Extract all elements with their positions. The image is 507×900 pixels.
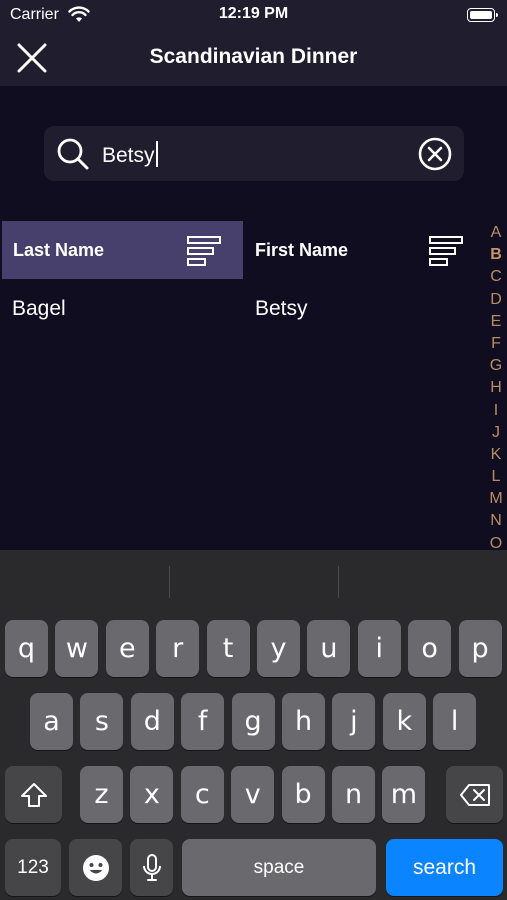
- shift-icon: [20, 782, 47, 807]
- key-k[interactable]: k: [382, 693, 426, 750]
- delete-key[interactable]: [446, 766, 503, 823]
- microphone-key[interactable]: [130, 839, 173, 896]
- key-t[interactable]: t: [206, 620, 250, 677]
- index-letter-m[interactable]: M: [486, 488, 506, 510]
- key-x[interactable]: x: [130, 766, 174, 823]
- key-d[interactable]: d: [130, 693, 174, 750]
- key-p[interactable]: p: [458, 620, 502, 677]
- index-letter-b[interactable]: B: [486, 244, 506, 266]
- key-q[interactable]: q: [5, 620, 48, 677]
- search-field[interactable]: Betsy: [44, 126, 464, 181]
- shift-key[interactable]: [5, 766, 62, 823]
- index-letter-k[interactable]: K: [486, 444, 506, 466]
- key-z[interactable]: z: [80, 766, 123, 823]
- battery-icon: [467, 8, 498, 22]
- key-c[interactable]: c: [180, 766, 224, 823]
- column-header-first-name[interactable]: First Name: [244, 221, 484, 279]
- search-input[interactable]: Betsy: [102, 141, 158, 168]
- alphabet-index[interactable]: ABCDEFGHIJKLMNO: [486, 222, 506, 555]
- microphone-icon: [142, 853, 161, 881]
- key-y[interactable]: y: [257, 620, 300, 677]
- key-b[interactable]: b: [281, 766, 325, 823]
- key-a[interactable]: a: [30, 693, 73, 750]
- index-letter-n[interactable]: N: [486, 510, 506, 532]
- sort-icon[interactable]: [428, 235, 464, 267]
- keyboard: qwertyuiop asdfghjkl zxcvbnm 123 space s…: [0, 550, 507, 900]
- column-header-label: Last Name: [13, 240, 105, 260]
- key-n[interactable]: n: [332, 766, 375, 823]
- key-h[interactable]: h: [282, 693, 325, 750]
- suggestion-bar: [0, 550, 507, 612]
- key-r[interactable]: r: [156, 620, 200, 677]
- key-l[interactable]: l: [433, 693, 477, 750]
- key-j[interactable]: j: [332, 693, 376, 750]
- key-s[interactable]: s: [80, 693, 124, 750]
- index-letter-e[interactable]: E: [486, 311, 506, 333]
- search-key[interactable]: search: [386, 839, 503, 896]
- key-f[interactable]: f: [181, 693, 225, 750]
- suggestion-divider: [338, 566, 339, 598]
- index-letter-f[interactable]: F: [486, 333, 506, 355]
- key-e[interactable]: e: [105, 620, 149, 677]
- key-i[interactable]: i: [357, 620, 401, 677]
- clear-icon[interactable]: [418, 137, 452, 171]
- index-letter-a[interactable]: A: [486, 222, 506, 244]
- numbers-key[interactable]: 123: [5, 839, 61, 896]
- search-icon: [57, 138, 89, 170]
- column-header-last-name[interactable]: Last Name: [2, 221, 243, 279]
- index-letter-h[interactable]: H: [486, 377, 506, 399]
- cell-first-name: Betsy: [255, 297, 308, 320]
- index-letter-d[interactable]: D: [486, 289, 506, 311]
- sort-icon[interactable]: [186, 235, 222, 267]
- key-m[interactable]: m: [382, 766, 426, 823]
- space-key[interactable]: space: [182, 839, 376, 896]
- index-letter-j[interactable]: J: [486, 422, 506, 444]
- status-bar: Carrier 12:19 PM: [0, 0, 507, 30]
- search-input-value: Betsy: [102, 144, 155, 167]
- index-letter-g[interactable]: G: [486, 355, 506, 377]
- delete-icon: [459, 783, 490, 806]
- emoji-icon: [82, 854, 109, 881]
- key-o[interactable]: o: [408, 620, 452, 677]
- cell-last-name: Bagel: [12, 297, 66, 320]
- nav-bar: Scandinavian Dinner: [0, 30, 507, 86]
- key-g[interactable]: g: [231, 693, 275, 750]
- text-cursor: [155, 141, 158, 167]
- index-letter-i[interactable]: I: [486, 400, 506, 422]
- page-title: Scandinavian Dinner: [149, 45, 358, 68]
- suggestion-divider: [169, 566, 170, 598]
- index-letter-c[interactable]: C: [486, 266, 506, 288]
- key-u[interactable]: u: [307, 620, 351, 677]
- emoji-key[interactable]: [69, 839, 122, 896]
- column-header-label: First Name: [255, 240, 349, 260]
- key-w[interactable]: w: [55, 620, 99, 677]
- index-letter-l[interactable]: L: [486, 466, 506, 488]
- key-v[interactable]: v: [231, 766, 275, 823]
- status-time: 12:19 PM: [218, 5, 289, 22]
